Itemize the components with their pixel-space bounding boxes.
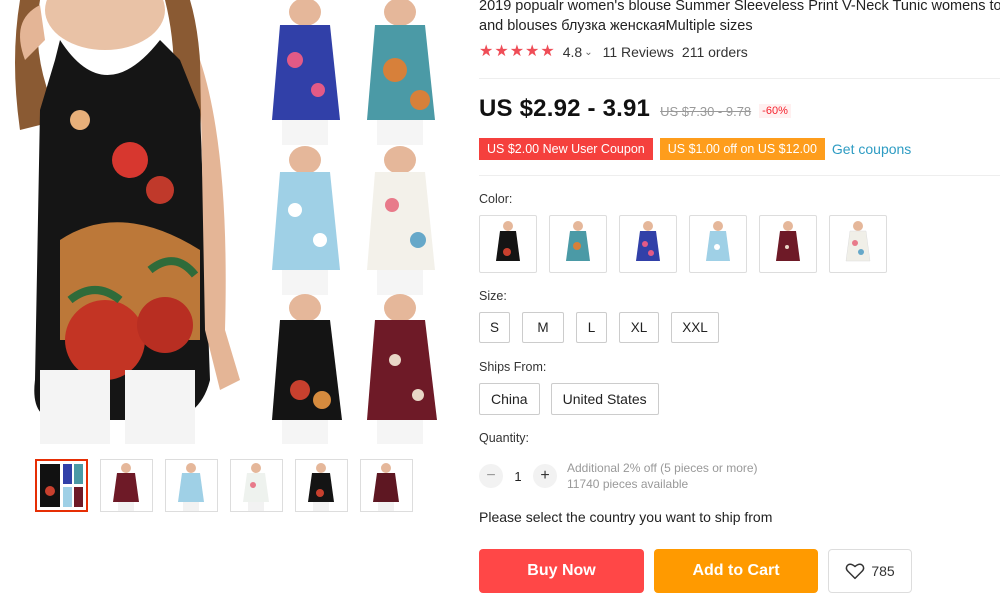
color-swatch-burgundy-floral[interactable] [759,215,817,273]
divider [479,78,1000,79]
swatch-image [706,221,730,261]
color-swatch-light-blue-floral[interactable] [689,215,747,273]
divider [479,175,1000,176]
star-icon: ★ [479,43,494,60]
get-coupons-link[interactable]: Get coupons [832,141,911,157]
thumbnail-1[interactable] [35,459,88,512]
price-row: US $2.92 - 3.91 US $7.30 - 9.78 -60% [479,95,791,123]
color-swatch-teal-mandala[interactable] [549,215,607,273]
swatch-image [496,221,520,261]
size-option-m[interactable]: M [522,312,564,343]
thumbnail-3[interactable] [165,459,218,512]
swatch-image [566,221,590,261]
main-image-illustration [0,0,448,444]
thumbnail-strip [35,459,413,512]
wishlist-count: 785 [871,563,895,579]
quantity-stepper: − 1 + Additional 2% off (5 pieces or mor… [479,460,758,492]
shipping-notice: Please select the country you want to sh… [479,509,773,525]
star-icon: ★ [525,43,540,60]
stock-available: 11740 pieces available [567,477,689,491]
color-swatch-blue-floral[interactable] [619,215,677,273]
chevron-down-icon[interactable]: ⌄ [584,47,592,58]
product-title-line1: 2019 popualr women's blouse Summer Sleev… [479,0,1000,14]
rating-row: ★ ★ ★ ★ ★ 4.8 ⌄ 11 Reviews 211 orders [479,44,748,61]
rating-stars[interactable]: ★ ★ ★ ★ ★ [479,44,555,60]
thumbnail-image [308,463,334,511]
star-icon: ★ [494,43,509,60]
color-swatch-white-floral[interactable] [829,215,887,273]
color-swatch-black-floral[interactable] [479,215,537,273]
quantity-increase-button[interactable]: + [533,464,557,488]
quantity-input[interactable]: 1 [503,469,533,484]
size-option-l[interactable]: L [576,312,607,343]
main-product-image[interactable] [0,0,448,444]
size-label: Size: [479,289,507,303]
size-option-xl[interactable]: XL [619,312,659,343]
product-gallery [0,0,470,593]
size-options: S M L XL XXL [479,312,731,343]
size-option-s[interactable]: S [479,312,510,343]
quantity-decrease-button[interactable]: − [479,464,503,488]
current-price: US $2.92 - 3.91 [479,95,651,122]
new-user-coupon[interactable]: US $2.00 New User Coupon [479,138,653,160]
store-coupon[interactable]: US $1.00 off on US $12.00 [659,138,825,160]
buy-now-button[interactable]: Buy Now [479,549,644,593]
reviews-link[interactable]: 11 Reviews [603,44,674,60]
quantity-note: Additional 2% off (5 pieces or more) 117… [567,460,758,492]
original-price: US $7.30 - 9.78 [660,104,752,119]
wishlist-button[interactable]: 785 [828,549,912,593]
add-to-cart-button[interactable]: Add to Cart [654,549,818,593]
purchase-actions: Buy Now Add to Cart 785 [479,549,912,593]
product-title: 2019 popualr women's blouse Summer Sleev… [479,0,1000,36]
product-title-line2: and blouses блузка женскаяMultiple sizes [479,18,753,34]
thumbnail-2[interactable] [100,459,153,512]
star-icon: ★ [540,43,555,60]
bulk-discount-note: Additional 2% off (5 pieces or more) [567,461,758,475]
coupon-row: US $2.00 New User Coupon US $1.00 off on… [479,138,911,160]
swatch-image [776,221,800,261]
thumbnail-image [243,463,269,511]
thumbnail-image [113,463,139,511]
discount-badge: -60% [759,104,791,118]
thumbnail-image [40,464,83,507]
size-option-xxl[interactable]: XXL [671,312,719,343]
heart-icon [845,563,865,580]
thumbnail-5[interactable] [295,459,348,512]
swatch-image [845,221,871,262]
quantity-label: Quantity: [479,431,530,445]
ships-from-united-states[interactable]: United States [550,383,659,415]
thumbnail-4[interactable] [230,459,283,512]
rating-value[interactable]: 4.8 [563,44,582,60]
orders-count: 211 orders [681,44,748,60]
thumbnail-6[interactable] [360,459,413,512]
ships-from-options: China United States [479,383,670,415]
swatch-image [636,221,660,261]
star-icon: ★ [509,43,525,60]
thumbnail-image [178,463,204,511]
color-label: Color: [479,192,513,206]
ships-from-china[interactable]: China [479,383,540,415]
color-options [479,215,899,273]
thumbnail-image [373,463,399,511]
ships-from-label: Ships From: [479,360,547,374]
